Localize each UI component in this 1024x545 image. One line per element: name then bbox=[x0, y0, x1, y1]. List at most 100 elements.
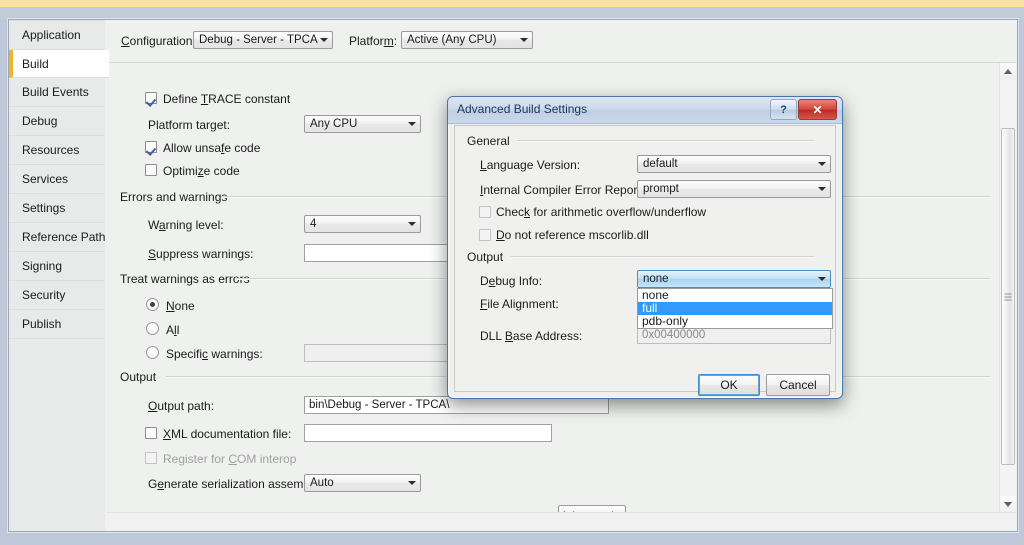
sidebar-item-label: Security bbox=[22, 288, 66, 302]
sidebar-item-label: Settings bbox=[22, 201, 66, 215]
xml-doc-checkbox[interactable] bbox=[145, 427, 157, 439]
sidebar-item-services[interactable]: Services bbox=[9, 165, 105, 194]
triangle-down-icon bbox=[1004, 502, 1012, 507]
sidebar-item-build-events[interactable]: Build Events bbox=[9, 78, 105, 107]
allow-unsafe-checkbox[interactable] bbox=[145, 141, 157, 153]
top-accent-strip bbox=[0, 0, 1024, 7]
chevron-down-icon bbox=[403, 475, 420, 491]
file-alignment-label: File Alignment: bbox=[480, 297, 559, 311]
ice-reporting-combobox[interactable]: prompt bbox=[637, 180, 831, 198]
optimize-code-checkbox[interactable] bbox=[145, 164, 157, 176]
ice-reporting-value: prompt bbox=[643, 183, 679, 195]
vertical-scrollbar[interactable] bbox=[999, 63, 1016, 513]
sidebar-item-publish[interactable]: Publish bbox=[9, 310, 105, 339]
no-mscorlib-checkbox[interactable] bbox=[479, 229, 491, 241]
warning-level-value: 4 bbox=[310, 218, 317, 230]
output-group-label: Output bbox=[120, 370, 157, 384]
ice-reporting-label: Internal Compiler Error Reporting: bbox=[480, 183, 661, 197]
help-glyph: ? bbox=[780, 103, 787, 116]
group-separator bbox=[517, 140, 815, 142]
sidebar-item-label: Debug bbox=[22, 114, 58, 128]
dialog-general-group-label: General bbox=[467, 134, 510, 148]
dll-base-address-label: DLL Base Address: bbox=[480, 329, 583, 343]
chevron-down-icon bbox=[515, 32, 532, 48]
treat-specific-label: Specific warnings: bbox=[166, 347, 263, 361]
sidebar-item-settings[interactable]: Settings bbox=[9, 194, 105, 223]
sidebar-item-label: Publish bbox=[22, 317, 62, 331]
configuration-label: CConfiguration:onfiguration: bbox=[121, 34, 196, 48]
language-version-label: Language Version: bbox=[480, 158, 581, 172]
help-icon[interactable]: ? bbox=[770, 99, 797, 120]
sidebar-item-label: Resources bbox=[22, 143, 80, 157]
language-version-value: default bbox=[643, 158, 678, 170]
treat-none-label: None bbox=[166, 299, 195, 313]
configuration-value: Debug - Server - TPCA bbox=[199, 34, 318, 46]
platform-target-value: Any CPU bbox=[310, 118, 358, 130]
sidebar-item-resources[interactable]: Resources bbox=[9, 136, 105, 165]
sidebar-item-reference-paths[interactable]: Reference Paths bbox=[9, 223, 111, 252]
dialog-titlebar[interactable]: Advanced Build Settings ? ✕ bbox=[448, 97, 842, 124]
register-com-label: Register for COM interop bbox=[163, 452, 297, 466]
output-path-label: Output path: bbox=[148, 399, 215, 413]
debug-info-value: none bbox=[643, 273, 669, 285]
sidebar-item-security[interactable]: Security bbox=[9, 281, 105, 310]
ok-button[interactable]: OK bbox=[698, 374, 760, 396]
sidebar-item-build[interactable]: Build bbox=[9, 50, 109, 78]
sidebar-item-debug[interactable]: Debug bbox=[9, 107, 105, 136]
check-arithmetic-checkbox[interactable] bbox=[479, 206, 491, 218]
suppress-warnings-label: Suppress warnings: bbox=[148, 247, 254, 261]
platform-label: Platform: bbox=[349, 34, 398, 48]
sidebar-item-signing[interactable]: Signing bbox=[9, 252, 105, 281]
warning-level-combobox[interactable]: 4 bbox=[304, 215, 421, 233]
language-version-combobox[interactable]: default bbox=[637, 155, 831, 173]
ok-button-label: OK bbox=[720, 378, 738, 392]
platform-target-combobox[interactable]: Any CPU bbox=[304, 115, 421, 133]
gen-serialization-label: Generate serialization assembly: bbox=[148, 477, 323, 491]
debug-info-label: Debug Info: bbox=[480, 274, 543, 288]
dialog-body: General Language Version: default Intern… bbox=[454, 125, 836, 396]
define-trace-checkbox[interactable] bbox=[145, 92, 157, 104]
cancel-button[interactable]: Cancel bbox=[766, 374, 830, 396]
triangle-up-icon bbox=[1004, 69, 1012, 74]
close-icon[interactable]: ✕ bbox=[798, 99, 837, 120]
top-background-strip bbox=[0, 7, 1024, 19]
platform-combobox[interactable]: Active (Any CPU) bbox=[401, 31, 533, 49]
dropdown-option-pdb-only[interactable]: pdb-only bbox=[638, 315, 832, 328]
sidebar-item-label: Reference Paths bbox=[22, 230, 112, 244]
grip-icon bbox=[1004, 293, 1012, 300]
scroll-down-button[interactable] bbox=[1000, 496, 1016, 513]
xml-doc-label: XML documentation file: bbox=[163, 427, 292, 441]
allow-unsafe-label: Allow unsafe code bbox=[163, 141, 261, 155]
debug-info-combobox[interactable]: none bbox=[637, 270, 831, 288]
sidebar-item-application[interactable]: Application bbox=[9, 20, 105, 50]
scrollbar-thumb[interactable] bbox=[1001, 128, 1015, 465]
platform-target-label: Platform target: bbox=[148, 118, 231, 132]
dropdown-option-none[interactable]: none bbox=[638, 289, 832, 302]
dll-base-address-value: 0x00400000 bbox=[642, 329, 706, 341]
warning-level-label: Warning level: bbox=[148, 218, 224, 232]
platform-value: Active (Any CPU) bbox=[407, 34, 497, 46]
treat-none-radio[interactable] bbox=[146, 298, 159, 311]
treat-all-label: All bbox=[166, 323, 180, 337]
optimize-code-label: Optimize code bbox=[163, 164, 240, 178]
debug-info-dropdown-list[interactable]: none full pdb-only bbox=[637, 288, 833, 329]
properties-tab-strip: Application Build Build Events Debug Res… bbox=[9, 20, 111, 531]
dialog-output-group-label: Output bbox=[467, 250, 504, 264]
no-mscorlib-label: Do not reference mscorlib.dll bbox=[496, 228, 649, 242]
define-trace-label: Define TRACE constant bbox=[163, 92, 291, 106]
cancel-button-label: Cancel bbox=[779, 378, 817, 392]
treat-specific-radio[interactable] bbox=[146, 346, 159, 359]
sidebar-item-label: Build Events bbox=[22, 85, 89, 99]
scroll-up-button[interactable] bbox=[1000, 63, 1016, 80]
status-strip bbox=[106, 512, 1016, 530]
sidebar-item-label: Signing bbox=[22, 259, 63, 273]
configuration-combobox[interactable]: Debug - Server - TPCA bbox=[193, 31, 333, 49]
xml-doc-input[interactable] bbox=[304, 424, 552, 442]
errors-warnings-group-label: Errors and warnings bbox=[120, 190, 228, 204]
gen-serialization-combobox[interactable]: Auto bbox=[304, 474, 421, 492]
sidebar-item-label: Application bbox=[22, 28, 81, 42]
chevron-down-icon bbox=[403, 116, 420, 132]
treat-all-radio[interactable] bbox=[146, 322, 159, 335]
chevron-down-icon bbox=[813, 271, 830, 287]
chevron-down-icon bbox=[403, 216, 420, 232]
